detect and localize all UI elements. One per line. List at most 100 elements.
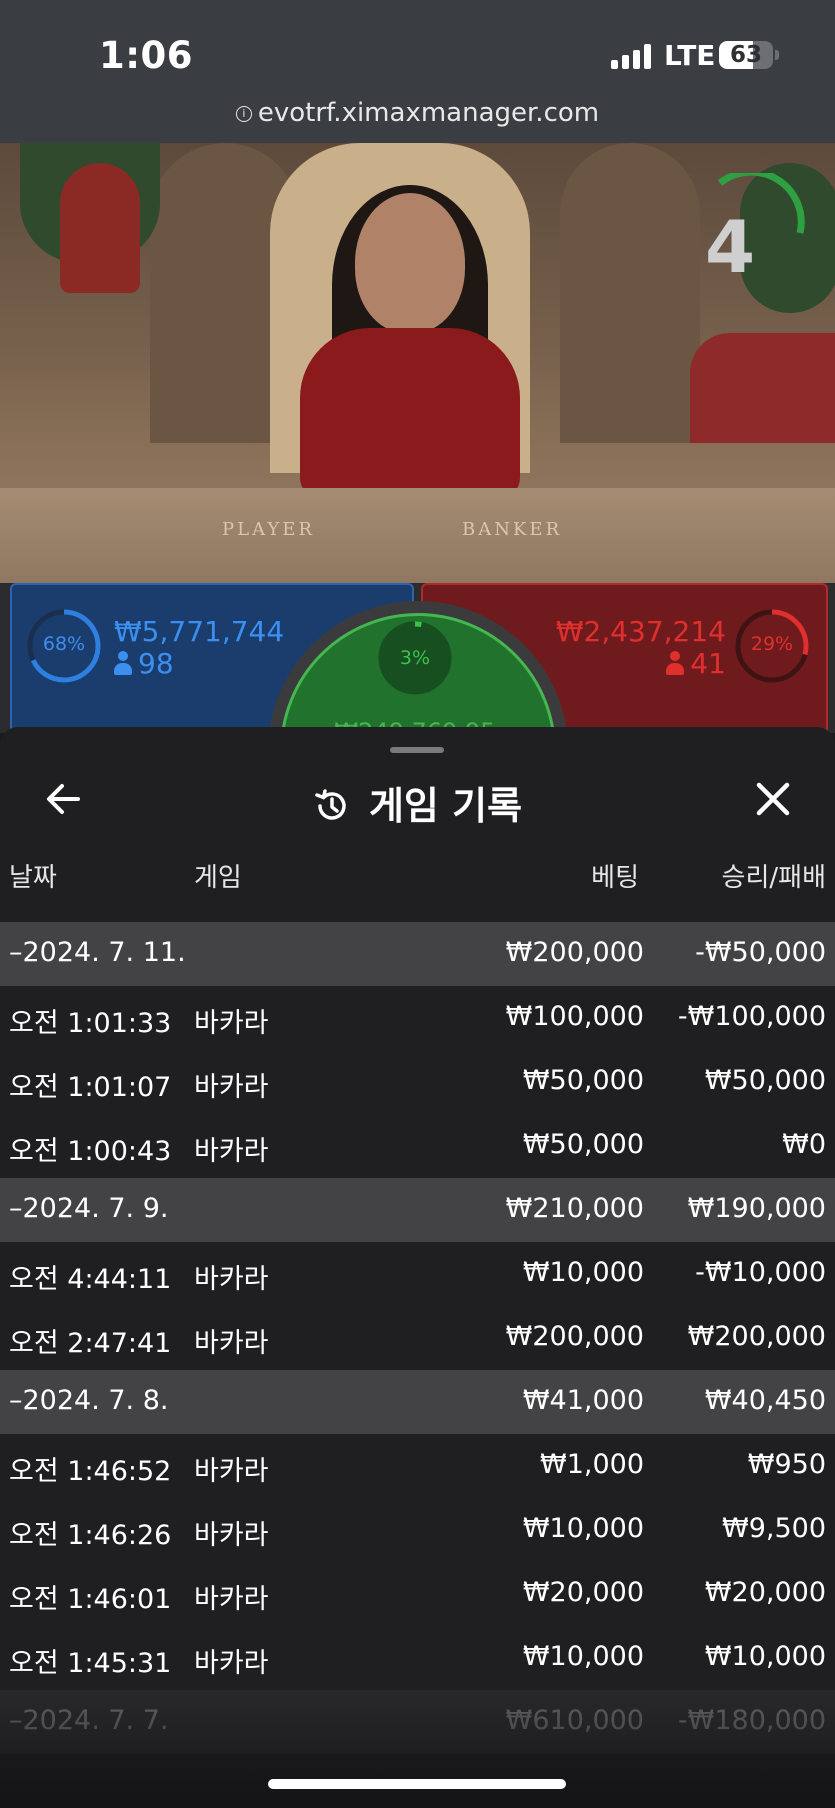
row-time: 오전 4:44:11 [9,1264,172,1295]
row-game: 바카라 [194,1648,269,1679]
battery-icon: 63 [719,41,773,69]
row-game: 바카라 [194,1328,269,1359]
sheet-title-text: 게임 기록 [368,784,523,828]
history-row: 오전 1:00:43 바카라 ₩50,000 ₩0 [0,1114,835,1178]
battery-level: 63 [729,42,762,68]
column-header-win-loss: 승리/패배 [721,863,826,893]
person-icon [114,651,132,675]
row-bet: ₩1,000 [540,1449,644,1480]
row-win-loss: ₩20,000 [704,1577,826,1608]
row-game: 바카라 [194,1008,269,1039]
column-header-game: 게임 [194,863,242,893]
row-bet: ₩50,000 [522,1065,644,1096]
date-group-row[interactable]: –2024. 7. 11. ₩200,000 -₩50,000 [0,922,835,986]
history-row: 오전 1:01:07 바카라 ₩50,000 ₩50,000 [0,1050,835,1114]
background-person [60,163,140,293]
battery-tip [775,50,779,60]
row-time: 오전 1:46:52 [9,1456,172,1487]
row-time: 오전 2:47:41 [9,1328,172,1359]
dealer-dress [300,328,520,498]
bet-summary: 68% ₩5,771,744 98 29% ₩2,437,214 41 3% ₩… [0,583,835,889]
background-seat [690,333,835,443]
row-bet: ₩10,000 [522,1257,644,1288]
row-win-loss: -₩10,000 [695,1257,826,1288]
history-row: 오전 1:45:31 바카라 ₩10,000 ₩10,000 [0,1626,835,1690]
network-type: LTE [664,39,716,72]
signal-icon [611,43,653,69]
row-time: 오전 1:01:33 [9,1008,172,1039]
row-time: 오전 1:46:26 [9,1520,172,1551]
row-bet: ₩210,000 [505,1193,644,1224]
row-win-loss: ₩0 [782,1129,826,1160]
row-bet: ₩41,000 [522,1385,644,1416]
row-win-loss: ₩190,000 [687,1193,826,1224]
history-row: 오전 1:01:33 바카라 ₩100,000 -₩100,000 [0,986,835,1050]
row-win-loss: ₩200,000 [687,1321,826,1352]
table-label-banker: BANKER [462,519,563,540]
history-row: 오전 2:47:41 바카라 ₩200,000 ₩200,000 [0,1306,835,1370]
row-bet: ₩100,000 [505,1001,644,1032]
row-win-loss: ₩50,000 [704,1065,826,1096]
row-win-loss: ₩9,500 [722,1513,826,1544]
row-time: 오전 1:01:07 [9,1072,172,1103]
row-bet: ₩10,000 [522,1513,644,1544]
status-time: 1:06 [99,34,194,77]
banker-count-value: 41 [690,647,726,680]
url-bar[interactable]: i evotrf.ximaxmanager.com [0,98,835,128]
row-bet: ₩610,000 [505,1705,644,1736]
banker-count: 41 [666,647,726,680]
date-group-row[interactable]: –2024. 7. 9. ₩210,000 ₩190,000 [0,1178,835,1242]
row-bet: ₩200,000 [505,1321,644,1352]
row-win-loss: ₩40,450 [704,1385,826,1416]
table-label-player: PLAYER [222,519,315,540]
history-row: 오전 1:46:01 바카라 ₩20,000 ₩20,000 [0,1562,835,1626]
row-win-loss: -₩100,000 [677,1001,826,1032]
row-game: 바카라 [194,1264,269,1295]
home-indicator[interactable] [268,1779,566,1789]
group-date: –2024. 7. 11. [9,937,186,968]
tie-percent: 3% [399,647,431,669]
column-headers: 날짜 게임 베팅 승리/패배 [0,845,835,905]
countdown-number: 4 [704,205,756,289]
row-bet: ₩200,000 [505,937,644,968]
url-text: evotrf.ximaxmanager.com [257,98,600,128]
player-amount: ₩5,771,744 [114,615,285,648]
banker-amount: ₩2,437,214 [555,615,726,648]
sheet-grabber[interactable] [390,747,444,753]
close-icon[interactable] [748,774,798,824]
row-bet: ₩50,000 [522,1129,644,1160]
group-date: –2024. 7. 9. [9,1193,169,1224]
info-icon[interactable]: i [235,106,252,122]
group-date: –2024. 7. 7. [9,1705,169,1736]
date-group-row[interactable]: –2024. 7. 7. ₩610,000 -₩180,000 [0,1690,835,1754]
column-header-bet: 베팅 [591,863,639,893]
history-list: –2024. 7. 11. ₩200,000 -₩50,000 오전 1:01:33 바… [0,922,835,1754]
history-row: 오전 1:46:26 바카라 ₩10,000 ₩9,500 [0,1498,835,1562]
row-time: 오전 1:00:43 [9,1136,172,1167]
row-game: 바카라 [194,1136,269,1167]
person-icon [666,651,685,675]
banker-percent: 29% [750,633,794,655]
row-win-loss: -₩50,000 [695,937,826,968]
row-game: 바카라 [194,1456,269,1487]
row-game: 바카라 [194,1072,269,1103]
row-bet: ₩20,000 [522,1577,644,1608]
player-count: 98 [114,647,174,680]
row-bet: ₩10,000 [522,1641,644,1672]
row-time: 오전 1:46:01 [9,1584,172,1615]
date-group-row[interactable]: –2024. 7. 8. ₩41,000 ₩40,450 [0,1370,835,1434]
sheet-title: 게임 기록 [0,775,835,830]
status-bar: 1:06 LTE 63 i evotrf.ximaxmanager.com [0,0,835,143]
history-row: 오전 1:46:52 바카라 ₩1,000 ₩950 [0,1434,835,1498]
history-row: 오전 4:44:11 바카라 ₩10,000 -₩10,000 [0,1242,835,1306]
live-video: PLAYER BANKER 4 [0,143,835,583]
row-time: 오전 1:45:31 [9,1648,172,1679]
row-game: 바카라 [194,1584,269,1615]
table-surface [0,488,835,583]
row-game: 바카라 [194,1520,269,1551]
row-win-loss: -₩180,000 [677,1705,826,1736]
row-win-loss: ₩950 [747,1449,826,1480]
history-icon [315,789,346,820]
column-header-date: 날짜 [9,863,57,893]
game-history-sheet: 게임 기록 날짜 게임 베팅 승리/패배 –2024. 7. 11. ₩200,0… [0,727,835,1808]
